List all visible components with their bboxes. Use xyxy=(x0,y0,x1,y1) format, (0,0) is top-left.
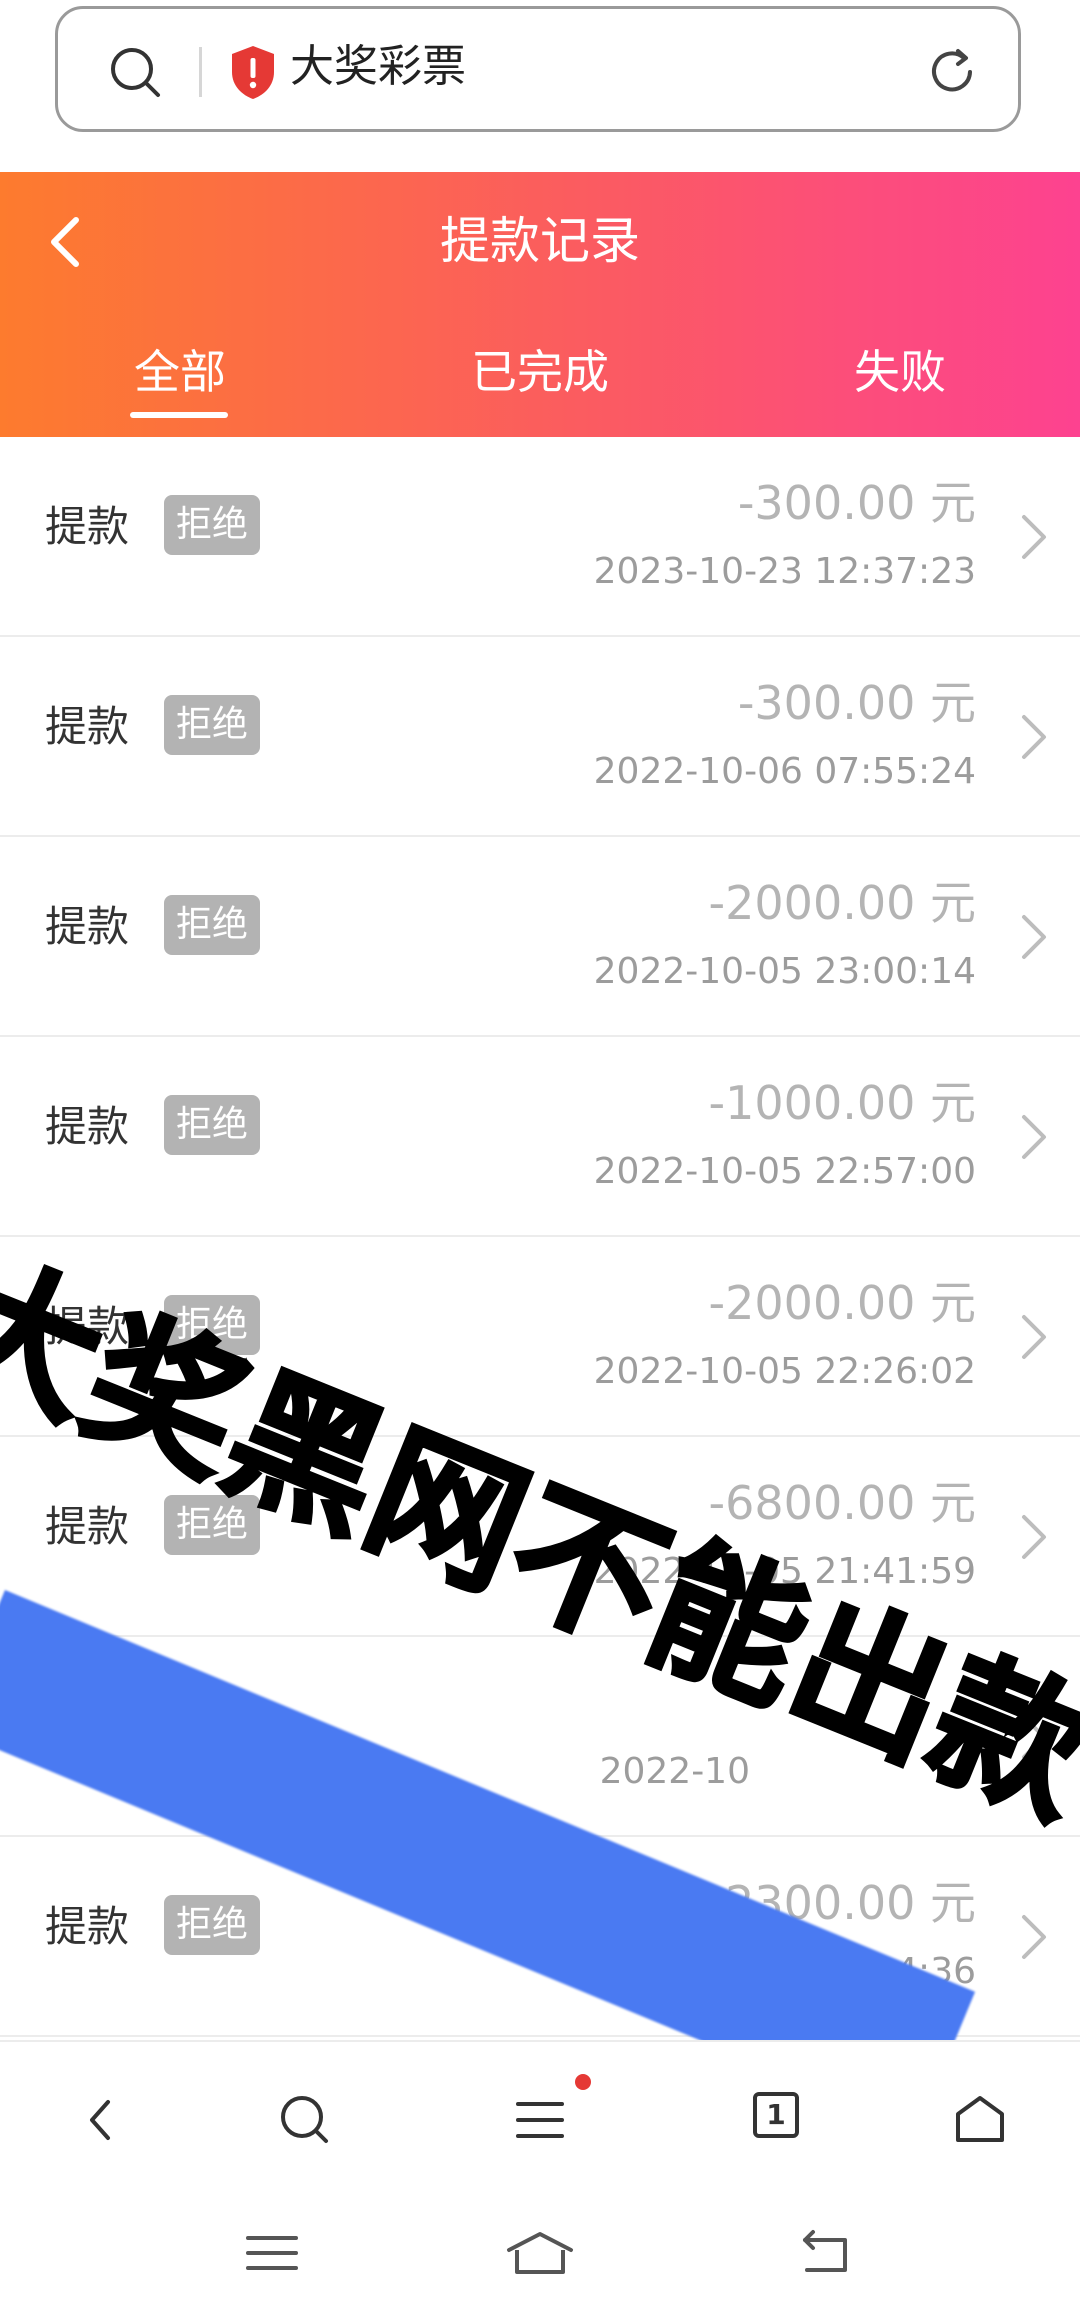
back-icon[interactable] xyxy=(795,2228,855,2278)
record-type: 提款 xyxy=(45,702,130,751)
record-datetime: 2022-10-05 22:57:00 xyxy=(593,1151,976,1192)
tab-completed[interactable]: 已完成 xyxy=(440,342,640,402)
record-datetime: 2022-10-06 07:55:24 xyxy=(593,751,976,792)
address-divider xyxy=(199,47,202,97)
list-item[interactable]: 提款 拒绝 -2000.00 元 2022-10-05 23:00:14 xyxy=(0,837,1080,1037)
home-icon[interactable] xyxy=(950,2090,1010,2150)
record-type: 提款 xyxy=(45,902,130,951)
list-item[interactable]: 提款 拒绝 -300.00 元 2022-10-06 07:55:24 xyxy=(0,637,1080,837)
home-icon[interactable] xyxy=(505,2228,575,2278)
active-tab-indicator xyxy=(130,412,228,418)
record-amount: -300.00 元 xyxy=(737,676,976,730)
tabs-icon[interactable]: 1 xyxy=(753,2092,799,2138)
address-bar[interactable]: 大奖彩票 xyxy=(55,6,1021,132)
status-badge: 拒绝 xyxy=(164,895,260,955)
chevron-right-icon xyxy=(1022,1515,1046,1559)
status-badge: 拒绝 xyxy=(164,1895,260,1955)
menu-icon[interactable] xyxy=(510,2090,570,2150)
record-amount: -2000.00 元 xyxy=(708,876,976,930)
system-navigation-bar xyxy=(0,2190,1080,2316)
record-type: 提款 xyxy=(45,1902,130,1951)
chevron-right-icon xyxy=(1022,915,1046,959)
back-icon[interactable] xyxy=(72,2090,132,2150)
tab-failed[interactable]: 失败 xyxy=(800,342,1000,402)
chevron-right-icon xyxy=(1022,1915,1046,1959)
search-icon[interactable] xyxy=(274,2090,334,2150)
reload-icon[interactable] xyxy=(925,45,979,99)
status-badge: 拒绝 xyxy=(164,695,260,755)
browser-toolbar: 1 xyxy=(0,2040,1080,2192)
search-icon[interactable] xyxy=(108,45,162,99)
chevron-right-icon xyxy=(1022,515,1046,559)
record-datetime: 2023-10-23 12:37:23 xyxy=(593,551,976,592)
page-header: 提款记录 全部 已完成 失败 xyxy=(0,172,1080,437)
record-amount: -300.00 元 xyxy=(737,476,976,530)
list-item[interactable]: 提款 拒绝 -300.00 元 2023-10-23 12:37:23 xyxy=(0,437,1080,637)
recent-apps-icon[interactable] xyxy=(242,2228,302,2278)
chevron-right-icon xyxy=(1022,715,1046,759)
notification-dot xyxy=(575,2074,591,2090)
status-badge: 拒绝 xyxy=(164,1095,260,1155)
record-datetime: 2022-10 xyxy=(599,1751,750,1792)
record-type: 提款 xyxy=(45,1102,130,1151)
list-item[interactable]: 提款 拒绝 -1000.00 元 2022-10-05 22:57:00 xyxy=(0,1037,1080,1237)
chevron-right-icon xyxy=(1022,1115,1046,1159)
record-datetime: 2022-10-05 22:26:02 xyxy=(593,1351,976,1392)
security-shield-icon xyxy=(232,46,274,99)
record-type: 提款 xyxy=(45,1502,130,1551)
record-type: 提款 xyxy=(45,502,130,551)
record-amount: -2000.00 元 xyxy=(708,1276,976,1330)
status-badge: 拒绝 xyxy=(164,495,260,555)
chevron-right-icon xyxy=(1022,1315,1046,1359)
record-datetime: 2022-10-05 23:00:14 xyxy=(593,951,976,992)
page-title: 提款记录 xyxy=(440,212,640,270)
record-amount: -1000.00 元 xyxy=(708,1076,976,1130)
tab-all[interactable]: 全部 xyxy=(80,342,280,402)
site-title[interactable]: 大奖彩票 xyxy=(290,37,466,97)
